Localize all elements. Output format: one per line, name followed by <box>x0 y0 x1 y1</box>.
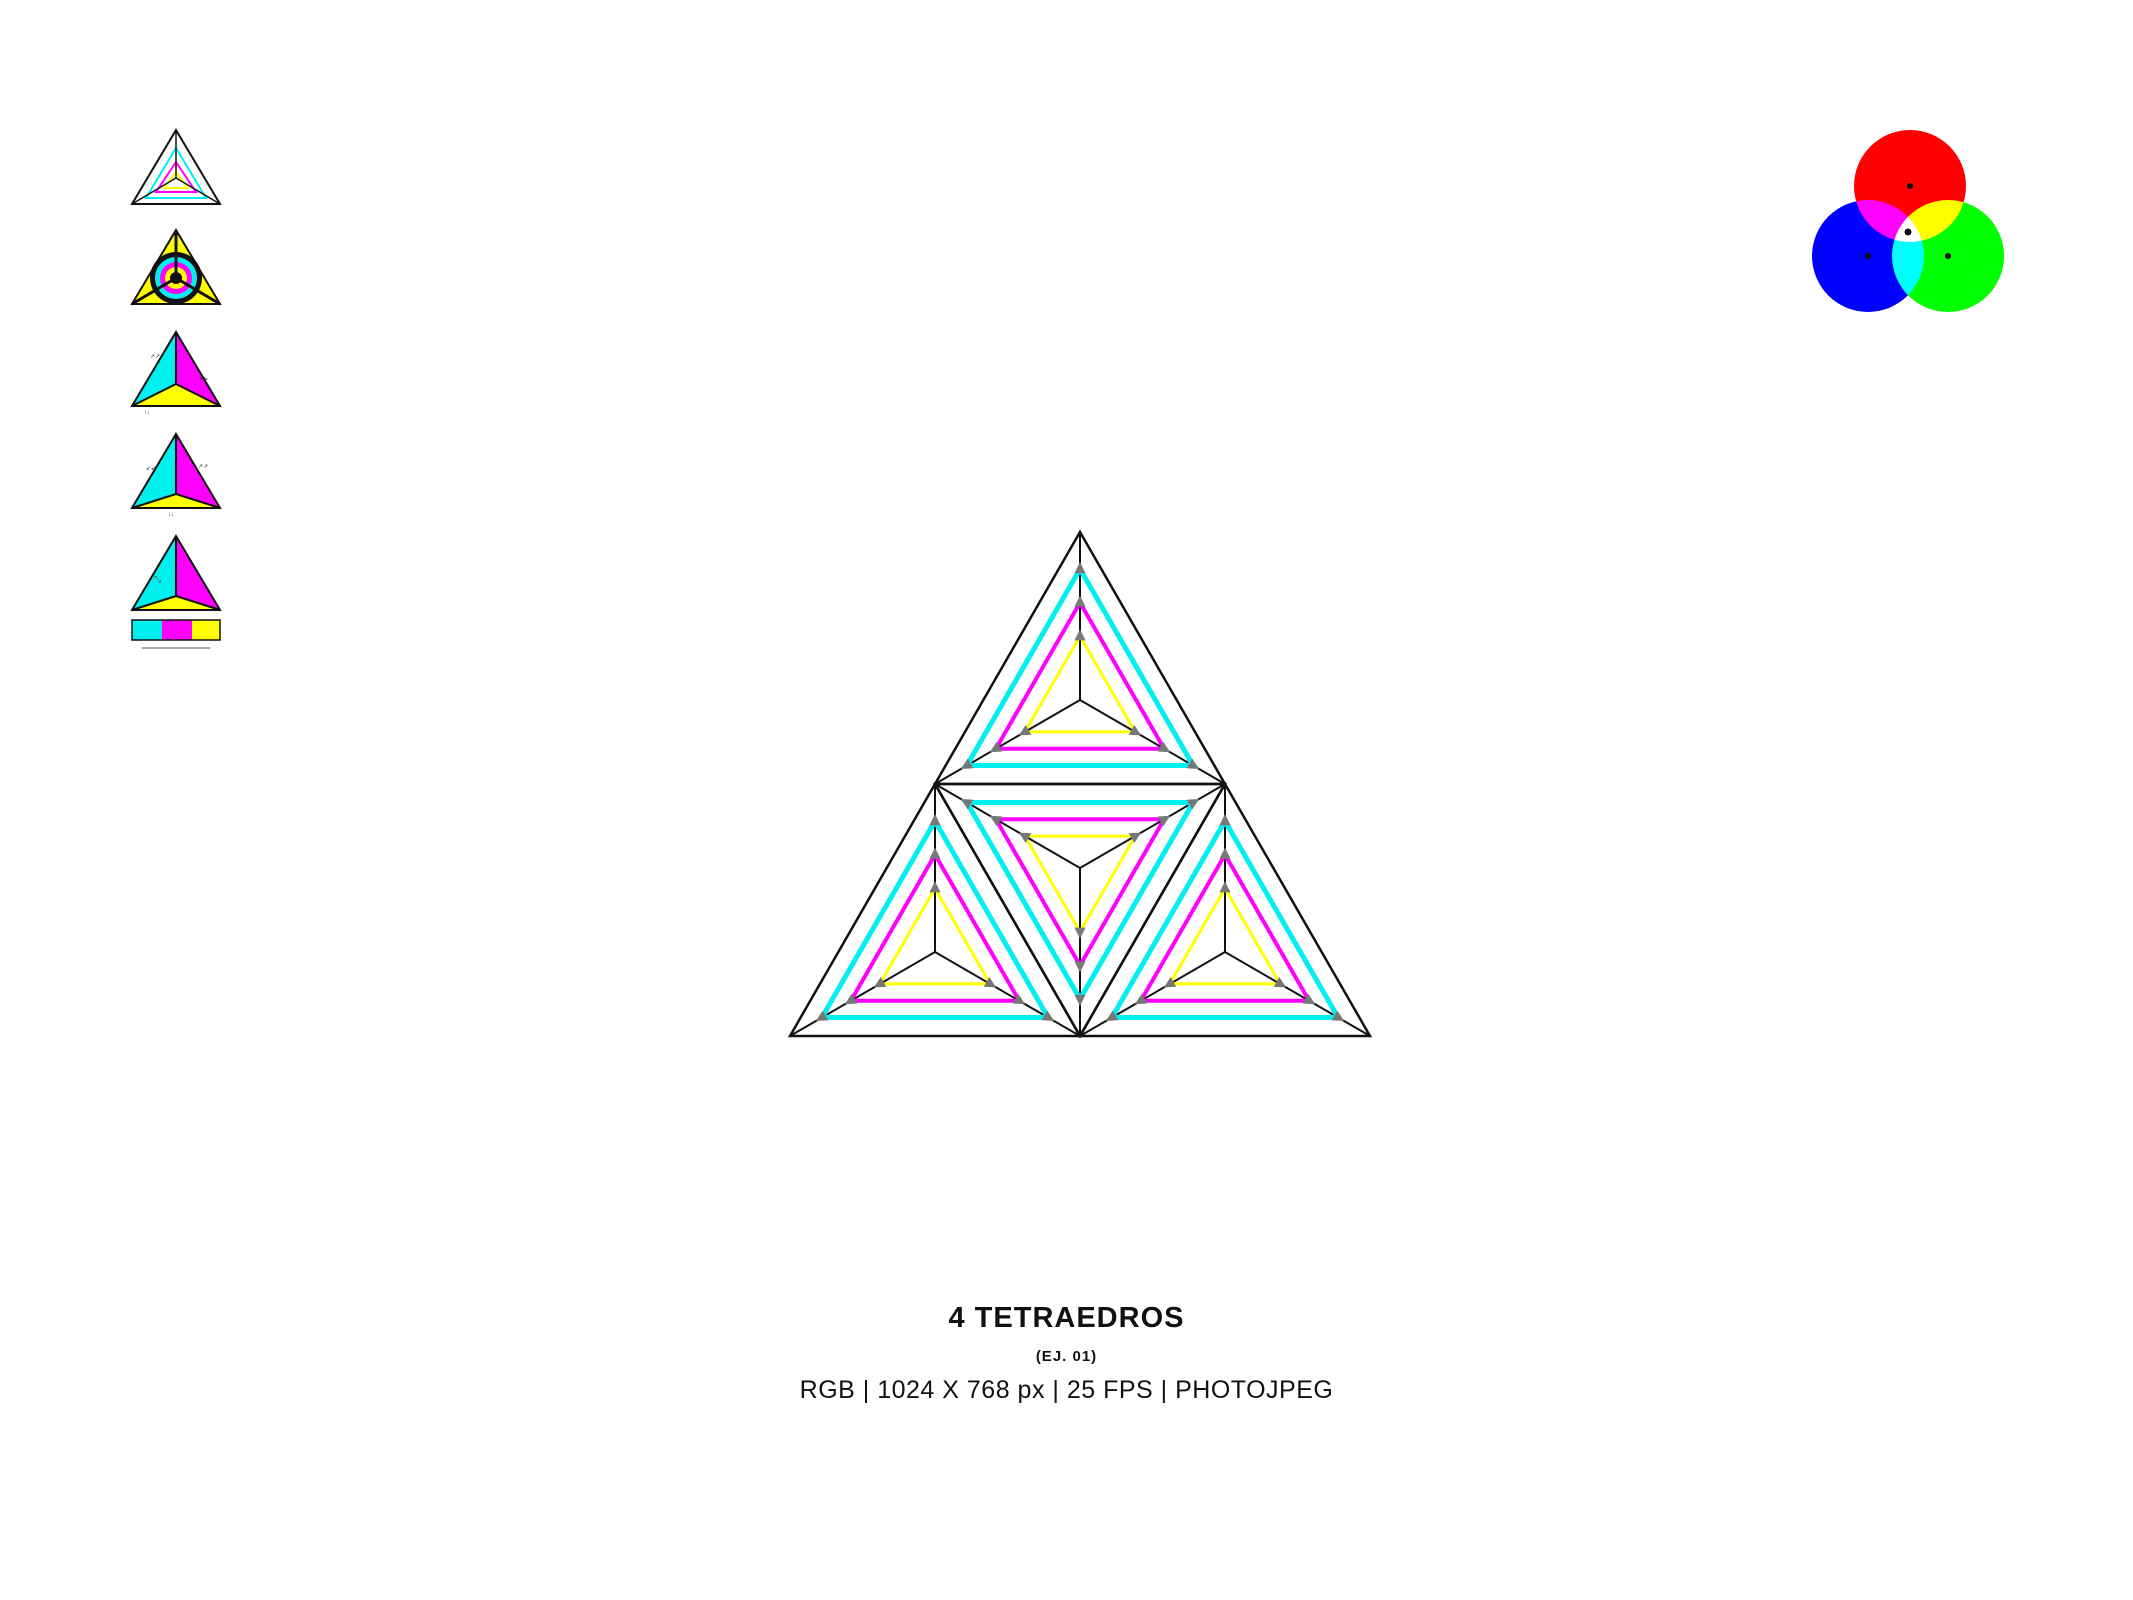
spoke-top-1 <box>934 699 1081 785</box>
marker-magenta-left-0 <box>929 847 941 859</box>
marker-magenta-right-0 <box>1219 847 1231 859</box>
marker-yellow-top-0 <box>1074 629 1086 641</box>
spoke-left-1 <box>789 951 936 1037</box>
marker-cyan-top-0 <box>1074 562 1086 574</box>
marker-magenta-center-2 <box>1074 961 1086 973</box>
marker-yellow-right-0 <box>1219 881 1231 893</box>
caption-subtitle: (EJ. 01) <box>1035 1348 1098 1365</box>
caption-specs: RGB | 1024 X 768 px | 25 FPS | PHOTOJPEG <box>799 1376 1334 1404</box>
marker-cyan-right-0 <box>1219 814 1231 826</box>
marker-yellow-left-0 <box>929 881 941 893</box>
marker-magenta-top-0 <box>1074 595 1086 607</box>
marker-cyan-center-2 <box>1074 994 1086 1006</box>
marker-yellow-center-2 <box>1074 927 1086 939</box>
spoke-right-2 <box>1224 951 1371 1037</box>
spoke-top-2 <box>1079 699 1226 785</box>
caption-title: 4 TETRAEDROS <box>948 1302 1185 1334</box>
marker-cyan-left-0 <box>929 814 941 826</box>
